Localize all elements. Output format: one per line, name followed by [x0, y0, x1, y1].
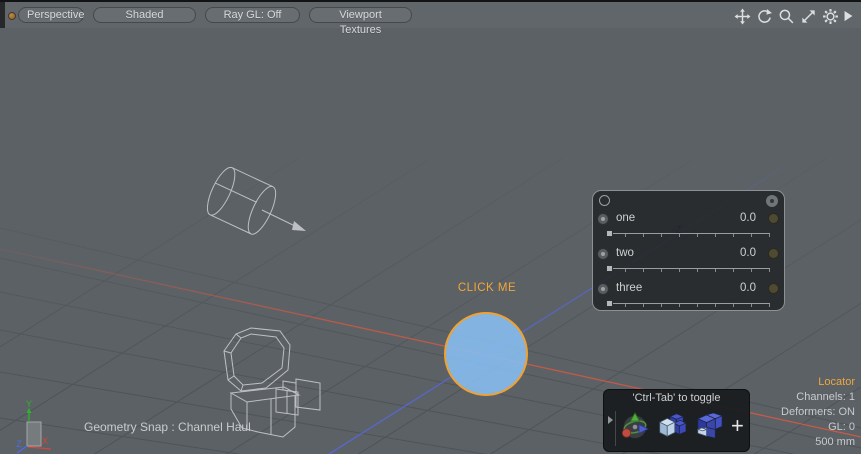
- slider-handle[interactable]: [606, 300, 613, 307]
- hud-deformers: Deformers: ON: [781, 405, 855, 420]
- channel-row-two: two 0.0: [593, 246, 786, 278]
- ray-gl-button[interactable]: Ray GL: Off: [205, 7, 300, 23]
- channel-haul-panel: one 0.0 two 0.0 three 0.0: [592, 190, 785, 311]
- gizmo-y-label: Y: [26, 399, 32, 409]
- hud-item-type: Locator: [781, 375, 855, 390]
- channel-slider[interactable]: [607, 265, 770, 274]
- toolbar-buttons: Perspective Shaded Ray GL: Off Viewport …: [18, 7, 412, 23]
- channel-state-indicator[interactable]: [768, 283, 779, 294]
- popup-title: 'Ctrl-Tab' to toggle: [604, 392, 749, 404]
- toolbar-icon-group: [734, 7, 853, 25]
- snap-status-text: Geometry Snap : Channel Haul: [84, 420, 251, 434]
- hud-grid-size: 500 mm: [781, 435, 855, 450]
- move-icon[interactable]: [734, 8, 751, 25]
- slider-handle[interactable]: [606, 230, 613, 237]
- viewport-window: -Z: [0, 0, 861, 454]
- cube-array-icon[interactable]: [693, 410, 724, 441]
- axis-gizmo[interactable]: Y X Z: [16, 399, 51, 453]
- channel-row-three: three 0.0: [593, 281, 786, 313]
- channel-mode-knob[interactable]: [597, 283, 609, 295]
- hud-gl: GL: 0: [781, 420, 855, 435]
- perspective-button[interactable]: Perspective: [18, 7, 84, 23]
- gizmo-x-label: X: [42, 436, 48, 446]
- cube-primitive-icon[interactable]: [656, 410, 686, 440]
- channel-label: two: [616, 247, 634, 259]
- rotate-item-tool-icon[interactable]: [619, 410, 651, 442]
- channel-mode-knob[interactable]: [597, 213, 609, 225]
- channel-value[interactable]: 0.0: [740, 247, 756, 259]
- channel-state-indicator[interactable]: [768, 213, 779, 224]
- channel-slider[interactable]: [607, 300, 770, 309]
- channel-mode-knob[interactable]: [597, 248, 609, 260]
- ctrl-tab-popup: 'Ctrl-Tab' to toggle: [603, 389, 750, 452]
- channel-slider[interactable]: [607, 230, 770, 239]
- expand-caret-icon[interactable]: [608, 416, 613, 424]
- channel-value[interactable]: 0.0: [740, 212, 756, 224]
- wireframe-cylinder-mesh[interactable]: [202, 164, 306, 238]
- channel-value[interactable]: 0.0: [740, 282, 756, 294]
- channel-row-one: one 0.0: [593, 211, 786, 243]
- channel-state-indicator[interactable]: [768, 248, 779, 259]
- gizmo-z-label: Z: [16, 439, 22, 449]
- shading-mode-button[interactable]: Shaded: [93, 7, 196, 23]
- click-me-label: CLICK ME: [445, 282, 529, 294]
- panel-options-knob[interactable]: [766, 195, 778, 207]
- gear-icon[interactable]: [822, 8, 839, 25]
- channel-label: three: [616, 282, 642, 294]
- magnify-icon[interactable]: [778, 8, 795, 25]
- viewport-textures-button[interactable]: Viewport Textures: [309, 7, 412, 23]
- maximize-icon[interactable]: [800, 8, 817, 25]
- toolbar-corner-notch: [0, 2, 5, 28]
- channel-label: one: [616, 212, 635, 224]
- hud-channels: Channels: 1: [781, 390, 855, 405]
- slider-handle[interactable]: [606, 265, 613, 272]
- divider: [615, 411, 616, 446]
- panel-pin-ring[interactable]: [599, 195, 610, 206]
- locator-circle[interactable]: [445, 313, 527, 395]
- rotate-icon[interactable]: [756, 8, 773, 25]
- item-info-hud: Locator Channels: 1 Deformers: ON GL: 0 …: [781, 375, 855, 450]
- viewport-thumb-dot[interactable]: [8, 12, 16, 20]
- add-tool-button[interactable]: +: [731, 413, 744, 439]
- flyout-arrow-icon[interactable]: [844, 10, 853, 22]
- viewport-toolbar: Perspective Shaded Ray GL: Off Viewport …: [0, 0, 861, 28]
